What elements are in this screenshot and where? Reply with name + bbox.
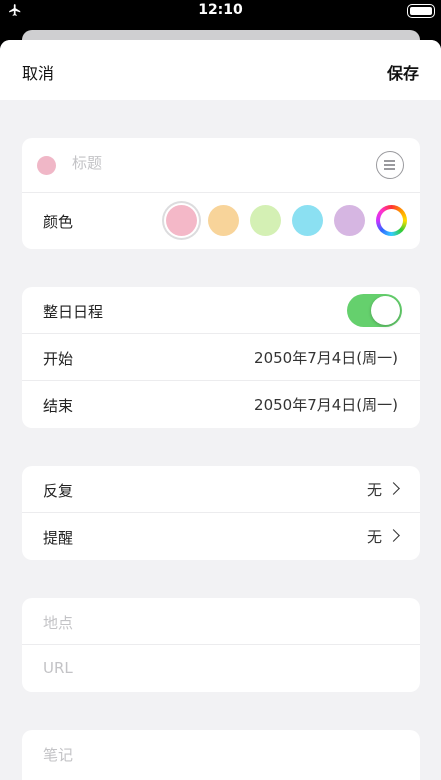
status-bar: 12:10 — [0, 0, 441, 22]
all-day-toggle[interactable] — [347, 294, 402, 327]
title-input[interactable]: 标题 — [72, 152, 102, 173]
start-row[interactable]: 开始 2050年7月4日(周一) — [22, 334, 420, 381]
color-swatch-blue[interactable] — [292, 205, 323, 236]
all-day-label: 整日日程 — [43, 303, 104, 321]
end-label: 结束 — [43, 397, 74, 415]
event-edit-sheet: 取消 保存 标题 颜色 整日日程 开始 2050年7月4日(周一) 结束 205… — [0, 40, 441, 780]
start-value[interactable]: 2050年7月4日(周一) — [254, 347, 398, 368]
time-card: 整日日程 开始 2050年7月4日(周一) 结束 2050年7月4日(周一) — [22, 287, 420, 428]
location-card: 地点 URL — [22, 598, 420, 692]
cancel-button[interactable]: 取消 — [22, 60, 54, 84]
end-row[interactable]: 结束 2050年7月4日(周一) — [22, 381, 420, 428]
start-label: 开始 — [43, 350, 74, 368]
event-color-dot — [37, 156, 56, 175]
color-label: 颜色 — [43, 213, 74, 231]
custom-color-wheel-icon[interactable] — [376, 205, 407, 236]
battery-icon — [407, 4, 435, 18]
url-row[interactable]: URL — [22, 645, 420, 692]
repeat-label: 反复 — [43, 482, 74, 500]
notes-input[interactable]: 笔记 — [43, 744, 73, 765]
repeat-value: 无 — [366, 481, 382, 499]
location-input[interactable]: 地点 — [43, 612, 73, 633]
title-card: 标题 颜色 — [22, 138, 420, 249]
end-value[interactable]: 2050年7月4日(周一) — [254, 394, 398, 415]
all-day-row: 整日日程 — [22, 287, 420, 334]
location-row[interactable]: 地点 — [22, 598, 420, 645]
reminder-row[interactable]: 提醒 无 — [22, 513, 420, 560]
color-swatch-green[interactable] — [250, 205, 281, 236]
list-menu-icon[interactable] — [376, 151, 404, 179]
color-row: 颜色 — [22, 193, 420, 249]
color-swatch-orange[interactable] — [208, 205, 239, 236]
chevron-right-icon — [387, 529, 400, 542]
repeat-card: 反复 无 提醒 无 — [22, 466, 420, 560]
repeat-row[interactable]: 反复 无 — [22, 466, 420, 513]
color-swatch-purple[interactable] — [334, 205, 365, 236]
notes-row[interactable]: 笔记 — [22, 730, 420, 777]
reminder-label: 提醒 — [43, 529, 74, 547]
status-time: 12:10 — [198, 2, 243, 18]
toggle-knob — [371, 296, 400, 325]
chevron-right-icon — [387, 482, 400, 495]
nav-bar: 取消 保存 — [0, 40, 441, 100]
save-button[interactable]: 保存 — [387, 60, 419, 84]
notes-card: 笔记 — [22, 730, 420, 780]
title-row: 标题 — [22, 138, 420, 193]
reminder-value: 无 — [366, 528, 382, 546]
url-input[interactable]: URL — [43, 659, 73, 677]
color-swatch-pink[interactable] — [166, 205, 197, 236]
